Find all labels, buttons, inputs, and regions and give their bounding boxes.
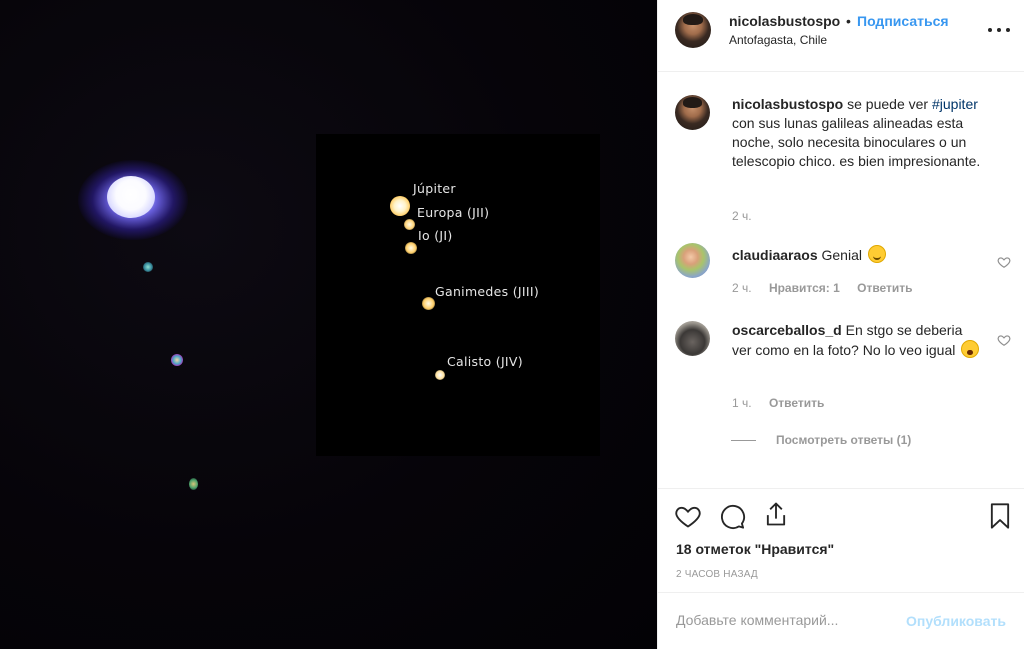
moon-dot-2 bbox=[171, 354, 183, 366]
hashtag-link[interactable]: #jupiter bbox=[932, 96, 978, 112]
share-icon[interactable] bbox=[762, 500, 790, 528]
comment-text: oscarceballos_d En stgo se deberia ver c… bbox=[732, 321, 982, 360]
label-ganimedes: Ganimedes (JIII) bbox=[435, 284, 540, 299]
follow-button[interactable]: Подписаться bbox=[857, 13, 949, 29]
caption-text-before: se puede ver bbox=[843, 96, 932, 112]
replies-divider-line bbox=[731, 439, 756, 441]
view-replies-button[interactable]: Посмотреть ответы (1) bbox=[731, 433, 911, 447]
inset-europa-dot bbox=[404, 219, 415, 230]
comment-reply-button[interactable]: Ответить bbox=[857, 281, 912, 295]
dot bbox=[997, 28, 1001, 32]
caption-text-after: con sus lunas galileas alineadas esta no… bbox=[732, 115, 981, 169]
tired-face-emoji bbox=[961, 340, 980, 358]
label-io: Io (JI) bbox=[418, 228, 453, 243]
inset-io-dot bbox=[405, 242, 417, 254]
publish-button[interactable]: Опубликовать bbox=[906, 613, 1006, 629]
comment-likes-button[interactable]: Нравится: 1 bbox=[769, 281, 840, 295]
jupiter-planet bbox=[107, 176, 155, 218]
inset-jupiter-dot bbox=[390, 196, 410, 216]
header-separator: • bbox=[846, 13, 851, 29]
comments-list: nicolasbustospo se puede ver #jupiter co… bbox=[658, 73, 1024, 487]
caption-username[interactable]: nicolasbustospo bbox=[732, 96, 843, 112]
comment-meta: 2 ч. Нравится: 1 Ответить bbox=[732, 281, 913, 295]
comment-text: claudiaaraos Genial bbox=[732, 245, 982, 265]
post-time: 2 часов назад bbox=[676, 569, 758, 580]
likes-count[interactable]: 18 отметок "Нравится" bbox=[676, 541, 834, 557]
post-side-panel: nicolasbustospo • Подписаться Antofagast… bbox=[657, 0, 1024, 649]
post-photo[interactable]: Júpiter Europa (JII) Io (JI) Ganimedes (… bbox=[0, 0, 657, 649]
post-actions: 18 отметок "Нравится" 2 часов назад Опуб… bbox=[658, 488, 1024, 649]
commenter-avatar[interactable] bbox=[675, 243, 710, 278]
comment-like-heart-icon[interactable] bbox=[997, 255, 1011, 269]
more-options-icon[interactable] bbox=[988, 20, 1010, 40]
moons-diagram-inset: Júpiter Europa (JII) Io (JI) Ganimedes (… bbox=[316, 134, 600, 456]
comment-username[interactable]: oscarceballos_d bbox=[732, 322, 842, 338]
post-location[interactable]: Antofagasta, Chile bbox=[729, 33, 827, 47]
owner-username[interactable]: nicolasbustospo bbox=[729, 13, 840, 29]
moon-dot-1 bbox=[143, 262, 153, 272]
bookmark-icon[interactable] bbox=[986, 502, 1014, 530]
add-comment-input[interactable] bbox=[676, 612, 896, 628]
comment-time: 2 ч. bbox=[732, 281, 752, 295]
comment-time: 1 ч. bbox=[732, 396, 752, 410]
owner-avatar[interactable] bbox=[675, 12, 711, 48]
comment-like-heart-icon[interactable] bbox=[997, 333, 1011, 347]
comment-content: Genial bbox=[817, 247, 866, 263]
instagram-post: Júpiter Europa (JII) Io (JI) Ganimedes (… bbox=[0, 0, 1024, 649]
caption-text: nicolasbustospo se puede ver #jupiter co… bbox=[732, 95, 1002, 171]
dot bbox=[988, 28, 992, 32]
inset-ganimedes-dot bbox=[422, 297, 435, 310]
comment-username[interactable]: claudiaaraos bbox=[732, 247, 818, 263]
view-replies-label: Посмотреть ответы (1) bbox=[776, 433, 912, 447]
caption-time: 2 ч. bbox=[732, 209, 752, 223]
commenter-avatar[interactable] bbox=[675, 321, 710, 356]
heart-icon[interactable] bbox=[674, 502, 702, 530]
caption-avatar[interactable] bbox=[675, 95, 710, 130]
label-europa: Europa (JII) bbox=[417, 205, 490, 220]
moon-dot-3 bbox=[189, 478, 198, 490]
label-jupiter: Júpiter bbox=[413, 181, 456, 196]
inset-calisto-dot bbox=[435, 370, 445, 380]
label-calisto: Calisto (JIV) bbox=[447, 354, 523, 369]
smiling-face-emoji bbox=[867, 245, 886, 263]
comment-reply-button[interactable]: Ответить bbox=[769, 396, 824, 410]
dot bbox=[1006, 28, 1010, 32]
comment-icon[interactable] bbox=[718, 502, 746, 530]
comment-form: Опубликовать bbox=[658, 592, 1024, 650]
post-header: nicolasbustospo • Подписаться Antofagast… bbox=[658, 0, 1024, 72]
comment-meta: 1 ч. Ответить bbox=[732, 396, 824, 410]
